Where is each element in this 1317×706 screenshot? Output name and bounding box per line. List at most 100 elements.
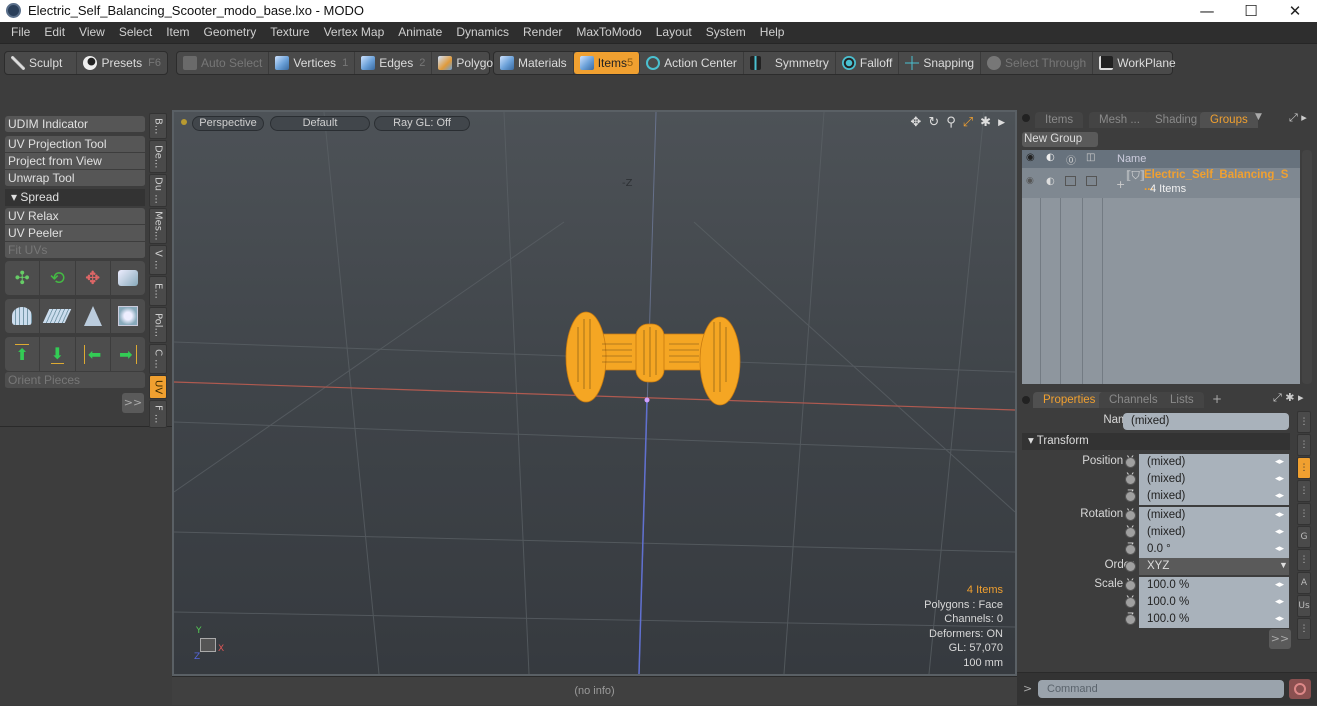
maximize-button[interactable]: ☐ — [1229, 0, 1273, 22]
sculpt-button[interactable]: Sculpt — [5, 52, 78, 74]
uv-projection-tool-button[interactable]: UV Projection Tool — [5, 136, 145, 153]
side-tab-g[interactable]: G — [1297, 526, 1311, 548]
name-field[interactable]: (mixed) — [1123, 413, 1289, 430]
auto-select-button[interactable]: Auto Select — [177, 52, 270, 74]
properties-expand-icons[interactable]: ⤢ ✱ ▸ — [1273, 391, 1304, 405]
scale-x-drag-icon[interactable]: ◂▸ — [1275, 579, 1287, 591]
rotation-x-drag-icon[interactable]: ◂▸ — [1275, 509, 1287, 521]
visibility-column-icon[interactable]: ◉ — [1026, 152, 1035, 163]
menu-maxtomodo[interactable]: MaxToModo — [569, 22, 648, 43]
rotation-z-field[interactable]: 0.0 ° — [1139, 541, 1289, 558]
menu-edit[interactable]: Edit — [37, 22, 72, 43]
rotation-z-keyframe-toggle[interactable] — [1125, 544, 1136, 555]
perspective-projection-button[interactable] — [76, 299, 111, 333]
project-from-view-button[interactable]: Project from View — [5, 153, 145, 170]
lock-column-icon[interactable]: ⓪ — [1066, 152, 1076, 167]
viewport-settings-icon[interactable]: ✱ — [980, 115, 991, 131]
vtab-c[interactable]: C ... — [149, 344, 167, 374]
side-tab-us[interactable]: Us — [1297, 595, 1311, 617]
side-tab[interactable]: ⋮ — [1297, 411, 1311, 433]
tabs-dropdown-icon[interactable]: ▼ — [1255, 112, 1262, 122]
position-z-field[interactable]: (mixed) — [1139, 488, 1289, 505]
menu-system[interactable]: System — [699, 22, 753, 43]
vtab-b[interactable]: B... — [149, 113, 167, 139]
vtab-uv[interactable]: UV — [149, 375, 167, 399]
viewport-more-icon[interactable]: ▶ — [998, 115, 1005, 131]
menu-file[interactable]: File — [4, 22, 37, 43]
align-bottom-button[interactable]: ⬇ — [40, 337, 76, 371]
pan-icon[interactable]: ✥ — [910, 115, 921, 131]
side-tab[interactable]: ⋮ — [1297, 549, 1311, 571]
menu-animate[interactable]: Animate — [391, 22, 449, 43]
transform-section-header[interactable]: ▾ Transform — [1022, 433, 1290, 450]
scale-z-drag-icon[interactable]: ◂▸ — [1275, 613, 1287, 625]
vtab-mes[interactable]: Mes... — [149, 208, 167, 244]
tab-lists[interactable]: Lists — [1160, 392, 1204, 408]
side-tab[interactable]: ⋮ — [1297, 480, 1311, 502]
uv-relax-button[interactable]: UV Relax — [5, 208, 145, 225]
edges-button[interactable]: Edges 2 — [355, 52, 433, 74]
cylindrical-projection-button[interactable] — [5, 299, 41, 333]
side-tab-active[interactable]: ⋮ — [1297, 457, 1311, 479]
scale-y-keyframe-toggle[interactable] — [1125, 597, 1136, 608]
close-button[interactable]: ✕ — [1273, 0, 1317, 22]
zoom-icon[interactable]: ⚲ — [946, 115, 956, 131]
expand-panel-icon[interactable]: ⤢ ▸ — [1289, 111, 1307, 125]
spherical-projection-button[interactable] — [111, 299, 145, 333]
snapping-button[interactable]: Snapping — [899, 52, 982, 74]
new-group-button[interactable]: New Group — [1022, 132, 1098, 147]
udim-indicator-button[interactable]: UDIM Indicator — [5, 116, 145, 133]
orient-pieces-button[interactable]: Orient Pieces — [5, 372, 145, 389]
select-column-icon[interactable]: ◫ — [1086, 152, 1095, 163]
record-macro-button[interactable] — [1289, 679, 1311, 699]
vtab-du[interactable]: Du ... — [149, 174, 167, 207]
rotation-order-keyframe-toggle[interactable] — [1125, 561, 1136, 572]
uv-peeler-button[interactable]: UV Peeler — [5, 225, 145, 242]
rotation-y-drag-icon[interactable]: ◂▸ — [1275, 526, 1287, 538]
group-select-toggle[interactable] — [1086, 176, 1097, 186]
fit-view-icon[interactable]: ⤢ — [963, 115, 973, 131]
properties-more-button[interactable]: >> — [1269, 629, 1291, 649]
group-visibility-toggle[interactable]: ◉ — [1026, 176, 1034, 186]
vtab-f[interactable]: F ... — [149, 400, 167, 428]
uv-rotate-button[interactable]: ⟲ — [40, 261, 76, 295]
rotation-x-keyframe-toggle[interactable] — [1125, 510, 1136, 521]
scale-y-drag-icon[interactable]: ◂▸ — [1275, 596, 1287, 608]
menu-vertex-map[interactable]: Vertex Map — [317, 22, 392, 43]
presets-button[interactable]: Presets F6 — [77, 52, 167, 74]
add-tab-button[interactable]: + — [1212, 392, 1222, 406]
position-y-field[interactable]: (mixed) — [1139, 471, 1289, 488]
tab-channels[interactable]: Channels — [1099, 392, 1168, 408]
tab-mesh[interactable]: Mesh ... — [1089, 112, 1150, 128]
uv-move-button[interactable]: ✣ — [5, 261, 41, 295]
side-tab[interactable]: ⋮ — [1297, 503, 1311, 525]
position-y-drag-icon[interactable]: ◂▸ — [1275, 473, 1287, 485]
vtab-e[interactable]: E... — [149, 276, 167, 306]
vertices-button[interactable]: Vertices 1 — [269, 52, 356, 74]
symmetry-button[interactable]: Symmetry — [744, 52, 836, 74]
tab-items[interactable]: Items — [1035, 112, 1084, 128]
falloff-button[interactable]: Falloff — [836, 52, 900, 74]
spread-section-header[interactable]: ▾ Spread — [5, 189, 145, 206]
tab-shading[interactable]: Shading — [1145, 112, 1208, 128]
menu-render[interactable]: Render — [516, 22, 569, 43]
properties-menu-dot[interactable] — [1022, 396, 1030, 404]
workplane-button[interactable]: WorkPlane — [1093, 52, 1181, 74]
rotation-order-field[interactable]: XYZ — [1139, 558, 1289, 575]
menu-select[interactable]: Select — [112, 22, 159, 43]
position-x-field[interactable]: (mixed) — [1139, 454, 1289, 471]
group-render-toggle[interactable]: ◐ — [1046, 176, 1055, 187]
more-tools-button[interactable]: >> — [122, 393, 144, 413]
position-x-drag-icon[interactable]: ◂▸ — [1275, 456, 1287, 468]
materials-button[interactable]: Materials — [494, 52, 574, 74]
menu-geometry[interactable]: Geometry — [197, 22, 264, 43]
vtab-pol[interactable]: Pol... — [149, 307, 167, 343]
menu-view[interactable]: View — [72, 22, 112, 43]
menu-help[interactable]: Help — [753, 22, 792, 43]
menu-dynamics[interactable]: Dynamics — [449, 22, 516, 43]
panel-menu-dot[interactable] — [1022, 114, 1030, 122]
group-lock-toggle[interactable] — [1065, 176, 1076, 186]
select-through-button[interactable]: Select Through — [981, 52, 1094, 74]
scale-x-field[interactable]: 100.0 % — [1139, 577, 1289, 594]
groups-scrollbar[interactable] — [1302, 150, 1312, 384]
